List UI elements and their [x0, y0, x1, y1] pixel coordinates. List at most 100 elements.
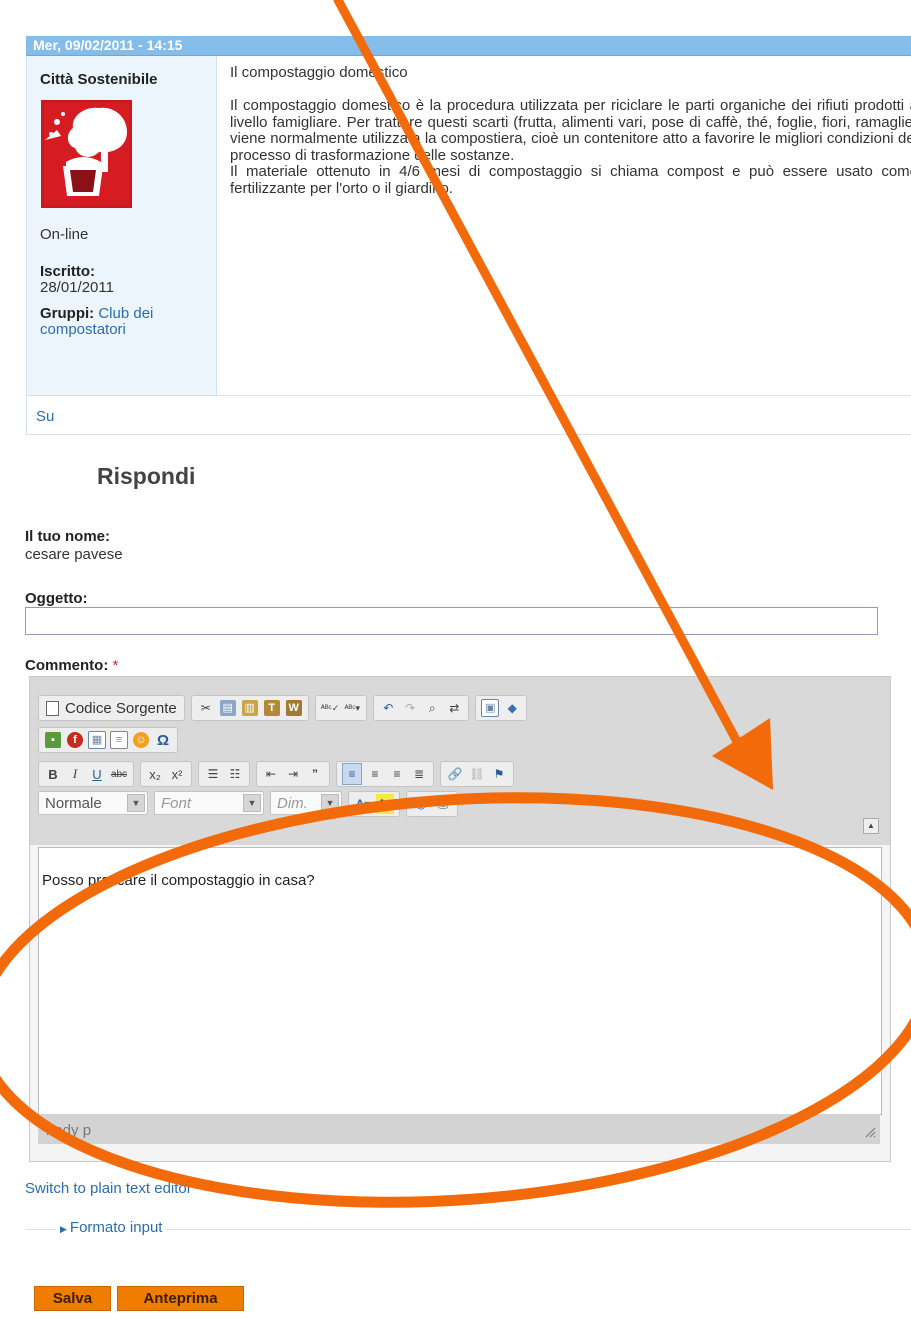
replace-icon[interactable]: ⇄ — [445, 698, 463, 718]
preview-icon[interactable]: ⎙ — [434, 794, 452, 814]
link-icon[interactable]: 🔗 — [446, 764, 464, 784]
switch-plain-text-link[interactable]: Switch to plain text editor — [25, 1180, 192, 1197]
outdent-icon[interactable]: ⇤ — [262, 764, 280, 784]
table-icon[interactable]: ▦ — [88, 730, 106, 750]
source-button-label: Codice Sorgente — [65, 699, 177, 717]
select-group: ▣ ◆ — [475, 695, 528, 721]
align-justify-icon[interactable]: ≣ — [410, 764, 428, 784]
smiley-icon[interactable]: ☺ — [132, 730, 150, 750]
italic-icon[interactable]: I — [66, 764, 84, 784]
special-char-icon[interactable]: Ω — [154, 730, 172, 750]
remove-format-icon[interactable]: ◆ — [503, 698, 521, 718]
underline-icon[interactable]: U — [88, 764, 106, 784]
element-path: body p — [46, 1122, 92, 1139]
toolbar-row-2: ▪ f ▦ ≡ ☺ Ω — [38, 727, 178, 755]
editor-toolbar: Codice Sorgente ✂ ▤ ▥ T W ᴬᴮᶜ✓ ᴬᴮᶜ▾ ↶ ↷ … — [30, 677, 890, 845]
save-button[interactable]: Salva — [34, 1286, 111, 1311]
text-color-icon[interactable]: A▾ — [354, 794, 372, 814]
comment-label: Commento: * — [25, 657, 118, 674]
bold-icon[interactable]: B — [44, 764, 62, 784]
collapse-toolbar-icon[interactable]: ▲ — [863, 818, 879, 834]
comment-label-text: Commento: — [25, 657, 109, 674]
name-label: Il tuo nome: — [25, 528, 110, 545]
triangle-right-icon: ▶ — [60, 1224, 67, 1234]
background-color-icon[interactable]: A▾ — [376, 794, 394, 814]
subject-input[interactable] — [25, 607, 878, 635]
resize-grip-icon[interactable] — [864, 1126, 876, 1138]
post-paragraph: Il materiale ottenuto in 4/6 mesi di com… — [230, 163, 911, 197]
spellcheck-group: ᴬᴮᶜ✓ ᴬᴮᶜ▾ — [314, 695, 368, 721]
superscript-icon[interactable]: x² — [168, 764, 186, 784]
font-combo[interactable]: Font ▼ — [154, 791, 264, 815]
subscript-icon[interactable]: x₂ — [146, 764, 164, 784]
author-name: Città Sostenibile — [40, 71, 158, 88]
paste-icon[interactable]: ▥ — [241, 698, 259, 718]
image-icon[interactable]: ▪ — [44, 730, 62, 750]
indent-group: ⇤ ⇥ ” — [256, 761, 330, 787]
cut-icon[interactable]: ✂ — [197, 698, 215, 718]
format-combo[interactable]: Normale ▼ — [38, 791, 148, 815]
author-status: On-line — [40, 226, 89, 243]
select-all-icon[interactable]: ▣ — [481, 698, 500, 718]
reply-heading: Rispondi — [97, 463, 196, 489]
paste-text-icon[interactable]: T — [263, 698, 281, 718]
link-group: 🔗 ⛓ ⚑ — [440, 761, 514, 787]
clipboard-group: ✂ ▤ ▥ T W — [190, 695, 309, 721]
element-path-bar: body p — [38, 1114, 880, 1144]
flash-icon[interactable]: f — [66, 730, 84, 750]
strikethrough-icon[interactable]: abc — [110, 764, 128, 784]
align-left-icon[interactable]: ≡ — [342, 763, 362, 785]
horizontal-rule-icon[interactable]: ≡ — [110, 730, 128, 750]
post-paragraph: Il compostaggio domestico è la procedura… — [230, 97, 911, 164]
script-group: x₂ x² — [140, 761, 192, 787]
insert-group: ▪ f ▦ ≡ ☺ Ω — [38, 727, 178, 753]
undo-icon[interactable]: ↶ — [379, 698, 397, 718]
source-group: Codice Sorgente — [38, 695, 185, 721]
subject-label: Oggetto: — [25, 590, 88, 607]
unlink-icon[interactable]: ⛓ — [468, 764, 486, 784]
spellcheck-as-you-type-icon[interactable]: ᴬᴮᶜ▾ — [343, 698, 361, 718]
toolbar-row-3: B I U abc x₂ x² ☰ ☷ ⇤ ⇥ ” ≡ ≡ ≡ ≣ 🔗 ⛓ ⚑ — [38, 761, 514, 789]
tools-group: ◉ ⎙ — [406, 791, 458, 817]
format-combo-value: Normale — [45, 794, 102, 812]
size-combo[interactable]: Dim. ▼ — [270, 791, 342, 815]
registered-date: 28/01/2011 — [40, 279, 114, 296]
author-avatar — [41, 100, 132, 208]
align-right-icon[interactable]: ≡ — [388, 764, 406, 784]
bulleted-list-icon[interactable]: ☷ — [226, 764, 244, 784]
preview-button[interactable]: Anteprima — [117, 1286, 244, 1311]
back-to-top-link[interactable]: Su — [36, 408, 54, 425]
spellcheck-icon[interactable]: ᴬᴮᶜ✓ — [321, 698, 340, 718]
numbered-list-icon[interactable]: ☰ — [204, 764, 222, 784]
author-groups: Gruppi: Club dei compostatori — [40, 306, 210, 338]
author-panel: Città Sostenibile On-line Iscritto: 28/0… — [26, 56, 217, 431]
copy-icon[interactable]: ▤ — [219, 698, 237, 718]
indent-icon[interactable]: ⇥ — [284, 764, 302, 784]
font-combo-value: Font — [161, 794, 192, 812]
redo-icon[interactable]: ↷ — [401, 698, 419, 718]
blockquote-icon[interactable]: ” — [306, 764, 324, 784]
post-title: Il compostaggio domestico — [230, 64, 408, 81]
editor-content-text: Posso praticare il compostaggio in casa? — [42, 872, 315, 889]
list-group: ☰ ☷ — [198, 761, 250, 787]
toolbar-row-4: Normale ▼ Font ▼ Dim. ▼ A▾ A▾ ◉ ⎙ — [38, 791, 458, 819]
registered-label: Iscritto: — [40, 263, 96, 280]
editor-content-area[interactable]: Posso praticare il compostaggio in casa? — [38, 847, 882, 1115]
toolbar-row-1: Codice Sorgente ✂ ▤ ▥ T W ᴬᴮᶜ✓ ᴬᴮᶜ▾ ↶ ↷ … — [38, 695, 528, 723]
source-button[interactable]: Codice Sorgente — [44, 698, 179, 718]
align-center-icon[interactable]: ≡ — [366, 764, 384, 784]
input-format-toggle[interactable]: ▶ Formato input — [56, 1219, 166, 1236]
anchor-icon[interactable]: ⚑ — [490, 764, 508, 784]
post-date-header: Mer, 09/02/2011 - 14:15 — [26, 36, 911, 56]
size-combo-value: Dim. — [277, 794, 308, 812]
color-group: A▾ A▾ — [348, 791, 400, 817]
paste-word-icon[interactable]: W — [285, 698, 303, 718]
post-body: Il compostaggio domestico Il compostaggi… — [217, 56, 911, 432]
basic-style-group: B I U abc — [38, 761, 134, 787]
post-footer: Su — [26, 395, 911, 435]
chevron-down-icon: ▼ — [243, 794, 261, 812]
chevron-down-icon: ▼ — [321, 794, 339, 812]
find-icon[interactable]: ⌕ — [423, 698, 441, 718]
rich-text-editor: Codice Sorgente ✂ ▤ ▥ T W ᴬᴮᶜ✓ ᴬᴮᶜ▾ ↶ ↷ … — [29, 676, 891, 1162]
show-blocks-icon[interactable]: ◉ — [412, 794, 430, 814]
